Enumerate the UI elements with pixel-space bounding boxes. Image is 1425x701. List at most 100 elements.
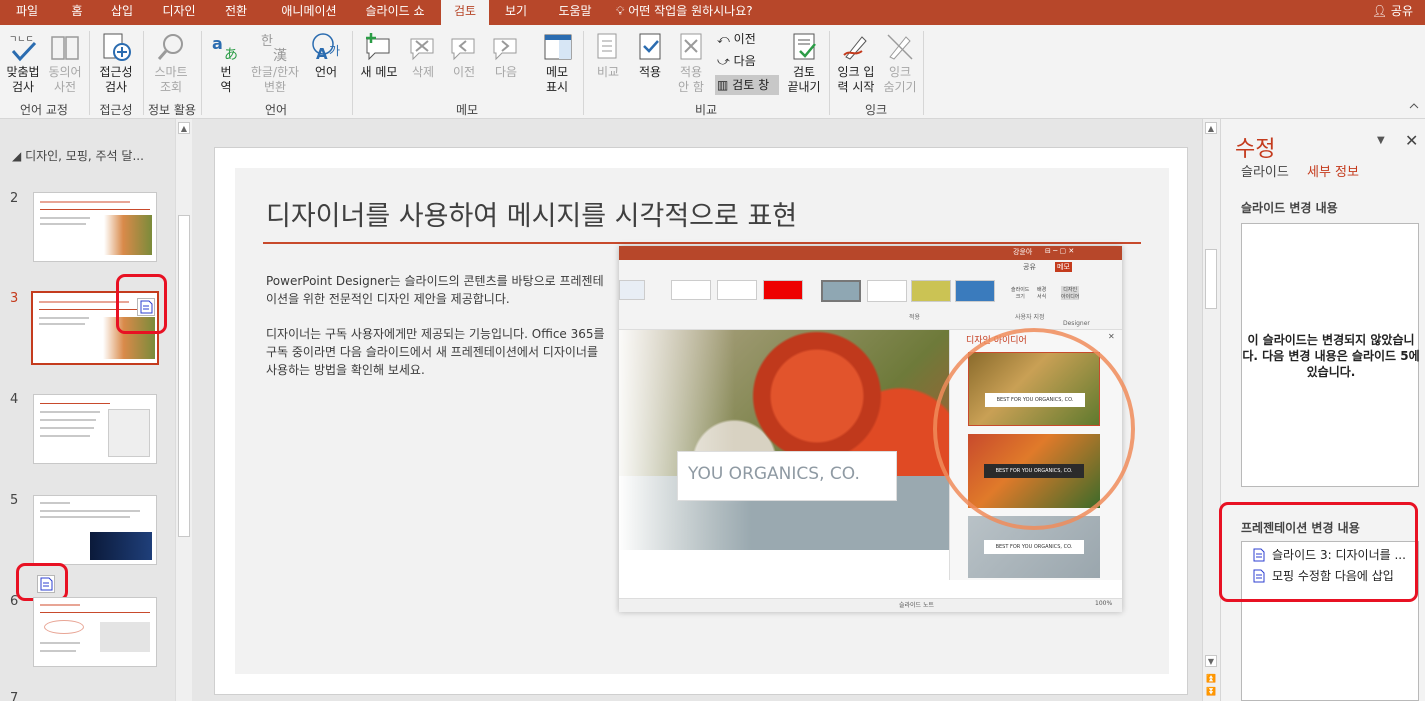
group-language: 언어	[264, 103, 288, 117]
app-zoom: 100%	[1095, 600, 1113, 607]
close-icon[interactable]: ✕	[1405, 131, 1418, 150]
scroll-down-icon[interactable]: ▼	[1205, 655, 1217, 667]
reject-label: 적용 안 함	[678, 65, 704, 94]
thumb-text-line	[40, 516, 130, 518]
language-button[interactable]: A가 언어	[306, 31, 346, 80]
tab-slideshow[interactable]: 슬라이드 쇼	[356, 0, 434, 25]
language-label: 언어	[314, 65, 338, 79]
tab-design[interactable]: 디자인	[152, 0, 206, 25]
thumbnail-number: 3	[10, 291, 19, 306]
next-change-button[interactable]: ⤻ 다음	[715, 51, 775, 71]
group-comments: 메모	[455, 103, 479, 117]
previous-comment-label: 이전	[452, 65, 476, 79]
previous-change-label: 이전	[733, 32, 756, 46]
next-slide-icon[interactable]: ⏬	[1206, 687, 1216, 696]
highlight-circle	[933, 328, 1135, 530]
group-insights: 정보 활용	[148, 103, 196, 117]
slide-title[interactable]: 디자이너를 사용하여 메시지를 시각적으로 표현	[266, 194, 797, 233]
tab-home[interactable]: 홈	[60, 0, 94, 25]
slide-body[interactable]: PowerPoint Designer는 슬라이드의 콘텐츠를 바탕으로 프레젠…	[266, 272, 606, 379]
thumb-text-line	[40, 419, 96, 421]
compare-button[interactable]: 비교	[588, 31, 628, 80]
magnifier-icon	[157, 34, 183, 60]
accessibility-label: 접근성 검사	[99, 65, 133, 94]
tab-file[interactable]: 파일	[0, 0, 54, 25]
thumb-title-line	[40, 403, 110, 404]
app-notes: 슬라이드 노트	[899, 602, 935, 609]
app-design-ideas-btn: 디자인 아이디어	[1061, 286, 1080, 300]
accessibility-button[interactable]: 접근성 검사	[94, 31, 138, 95]
tab-slides[interactable]: 슬라이드	[1241, 161, 1289, 180]
reject-button[interactable]: 적용 안 함	[670, 31, 712, 95]
delete-comment-icon	[410, 38, 434, 61]
scroll-up-icon[interactable]: ▲	[1205, 122, 1217, 134]
scroll-thumb[interactable]	[178, 215, 190, 537]
translate-button[interactable]: aあ 번 역	[206, 31, 246, 95]
slide-thumbnail-6[interactable]	[33, 597, 157, 667]
app-customize-label: 사용자 지정	[1015, 314, 1045, 321]
no-change-message: 이 슬라이드는 변경되지 않았습니다. 다음 변경 내용은 슬라이드 5에 있습…	[1242, 333, 1420, 379]
scroll-up-icon[interactable]: ▲	[178, 122, 190, 134]
scroll-thumb[interactable]	[1205, 249, 1217, 309]
tab-animations[interactable]: 애니메이션	[268, 0, 350, 25]
hangul-hanja-label: 한글/한자 변환	[250, 65, 300, 94]
app-designer-label: Designer	[1063, 320, 1090, 327]
prev-slide-icon[interactable]: ⏫	[1206, 674, 1216, 683]
thumb-text-line	[40, 650, 76, 652]
next-change-icon: ⤻	[717, 54, 730, 68]
translate-icon: aあ	[212, 34, 238, 63]
new-comment-button[interactable]: 새 메모	[356, 31, 402, 80]
app-comments: 메모	[1055, 262, 1072, 272]
app-ribbon: 공유 메모 적용 슬라이드 크기 배경 서식 디자인 아이디어 사용자 지정 D…	[619, 260, 1122, 330]
previous-comment-button[interactable]: 이전	[444, 31, 484, 80]
revisions-pane: 수정 ▼ ✕ 슬라이드 세부 정보 슬라이드 변경 내용 이 슬라이드는 변경되…	[1219, 119, 1425, 701]
hangul-hanja-button[interactable]: 한漢 한글/한자 변환	[246, 31, 304, 95]
slide-canvas[interactable]: 디자이너를 사용하여 메시지를 시각적으로 표현 PowerPoint Desi…	[214, 147, 1188, 695]
highlight-annotation	[1219, 502, 1418, 602]
thumb-image	[100, 622, 150, 652]
section-header[interactable]: ◢ 디자인, 모핑, 주석 달...	[12, 147, 144, 164]
tab-insert[interactable]: 삽입	[102, 0, 142, 25]
pane-close-icon: ✕	[1108, 332, 1115, 341]
compare-label: 비교	[596, 65, 620, 79]
tab-details[interactable]: 세부 정보	[1307, 161, 1359, 180]
tab-transitions[interactable]: 전환	[214, 0, 258, 25]
thumb-text-line	[40, 435, 90, 437]
collapse-ribbon-icon[interactable]	[1409, 101, 1419, 111]
thesaurus-button[interactable]: 동의어 사전	[46, 31, 84, 95]
tab-review[interactable]: 검토	[441, 0, 489, 25]
tell-me-box[interactable]: 💡︎ 어떤 작업을 원하시나요?	[616, 0, 753, 25]
pane-options-icon[interactable]: ▼	[1377, 135, 1385, 146]
svg-text:a: a	[212, 34, 223, 53]
translate-label: 번 역	[220, 65, 232, 94]
thumb-image	[108, 409, 150, 457]
slide-thumbnail-4[interactable]	[33, 394, 157, 464]
delete-comment-button[interactable]: 삭제	[404, 31, 442, 80]
start-inking-button[interactable]: 잉크 입 력 시작	[834, 31, 878, 95]
reviewing-pane-button[interactable]: ▥ 검토 창	[715, 75, 779, 95]
tab-help[interactable]: 도움말	[548, 0, 602, 25]
spellcheck-icon: ㄱㄴㄷ	[9, 35, 37, 62]
section-name: 디자인, 모핑, 주석 달...	[25, 149, 144, 163]
next-comment-label: 다음	[494, 65, 518, 79]
share-button[interactable]: 👤︎ 공유	[1372, 0, 1413, 25]
slide-thumbnail-2[interactable]	[33, 192, 157, 262]
highlight-annotation	[16, 563, 68, 601]
editor-scrollbar[interactable]: ▲ ▼ ⏫ ⏬	[1202, 119, 1220, 701]
hide-ink-button[interactable]: 잉크 숨기기	[880, 31, 920, 95]
smart-lookup-button[interactable]: 스마트 조회	[148, 31, 194, 95]
app-variant-thumb	[867, 280, 907, 302]
slide-thumbnail-5[interactable]	[33, 495, 157, 565]
end-review-button[interactable]: 검토 끝내기	[784, 31, 824, 95]
svg-text:ㄱㄴㄷ: ㄱㄴㄷ	[9, 35, 34, 45]
accept-button[interactable]: 적용	[630, 31, 670, 80]
thumbnail-number: 5	[10, 493, 19, 508]
next-comment-button[interactable]: 다음	[486, 31, 526, 80]
thumbnail-scrollbar[interactable]: ▲	[175, 119, 192, 701]
spelling-button[interactable]: ㄱㄴㄷ 맞춤법 검사	[4, 31, 42, 95]
previous-change-button[interactable]: ⤺ 이전	[715, 29, 775, 49]
banner-text: YOU ORGANICS, CO.	[688, 464, 860, 484]
tab-view[interactable]: 보기	[496, 0, 536, 25]
thumb-text-line	[40, 642, 80, 644]
show-comments-button[interactable]: 메모 표시	[534, 31, 580, 95]
